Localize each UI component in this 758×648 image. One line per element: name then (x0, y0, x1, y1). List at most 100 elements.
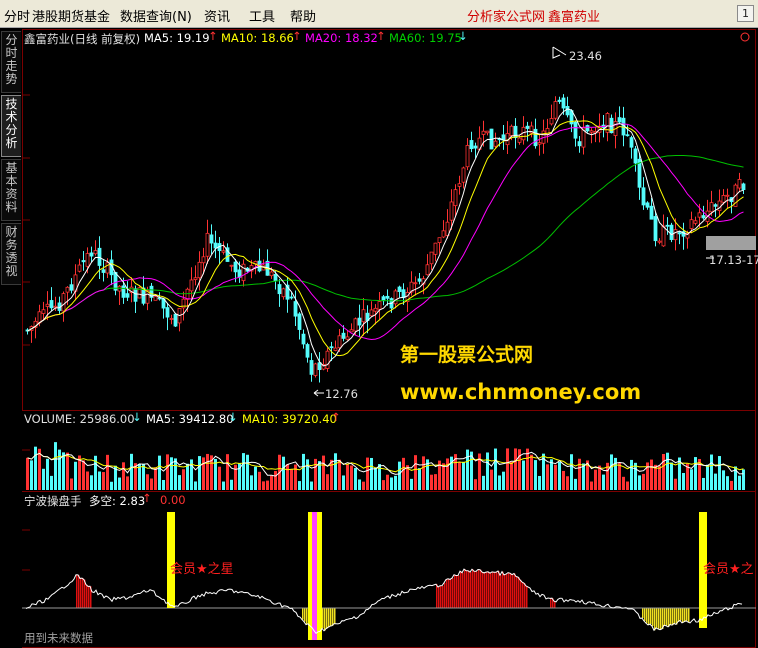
volume-bar (242, 453, 245, 490)
volume-bar (106, 454, 109, 490)
candle-body (297, 313, 302, 330)
ma5-label: MA5: 19.19 (144, 31, 210, 45)
volume-bar (558, 461, 561, 490)
volume-bar (162, 479, 165, 490)
volume-bar (718, 456, 721, 490)
candle-body (453, 189, 458, 207)
candle-body (725, 194, 730, 197)
candle-body (689, 219, 694, 229)
volume-bar (562, 470, 565, 490)
range-highlight-box (706, 236, 756, 250)
candle-body (697, 212, 702, 218)
stock-chart[interactable] (0, 0, 758, 648)
candle-body (293, 301, 298, 317)
volume-bar (234, 464, 237, 490)
volume-bar (738, 475, 741, 490)
candle-body (413, 282, 418, 285)
candle-body (313, 363, 318, 376)
volume-bar (654, 464, 657, 490)
candle-body (53, 305, 58, 308)
volume-bar (294, 464, 297, 490)
indicator-bar-yellow (324, 608, 326, 631)
candle-body (301, 333, 306, 345)
candle-body (641, 187, 646, 206)
volume-bar (150, 478, 153, 490)
candle-body (673, 229, 678, 241)
volume-bar (50, 475, 53, 490)
candle-body (493, 140, 498, 147)
volume-bar (434, 474, 437, 490)
stock-name-title: 鑫富药业(日线 前复权) (24, 32, 141, 46)
volume-bar (46, 458, 49, 490)
volume-bar (370, 457, 373, 490)
candle-body (565, 106, 570, 116)
candle-body (37, 311, 42, 324)
volume-bar (510, 461, 513, 490)
candle-body (589, 130, 594, 133)
indicator-bar-yellow (306, 608, 308, 625)
candle-body (665, 224, 670, 227)
volume-bar (514, 448, 517, 490)
volume-bar (174, 458, 177, 490)
indicator-bar-yellow (326, 608, 328, 629)
settings-circle-icon[interactable] (740, 32, 750, 42)
volume-bar (610, 454, 613, 490)
candle-body (473, 145, 478, 149)
ma5-up-arrow-icon: ↑ (208, 29, 218, 43)
candle-body (353, 318, 358, 332)
volume-bar (222, 481, 225, 490)
volume-label: VOLUME: 25986.00 (24, 412, 135, 426)
volume-bar (482, 475, 485, 490)
candle-body (617, 117, 622, 123)
indicator-bar-red (472, 569, 474, 608)
candle-body (369, 309, 374, 317)
candle-body (721, 194, 726, 203)
high-annotation (552, 46, 567, 59)
volume-bar (142, 463, 145, 490)
candle-body (625, 134, 630, 137)
volume-bar (86, 471, 89, 490)
volume-bar (550, 459, 553, 490)
candle-body (349, 329, 354, 333)
volume-bar (42, 468, 45, 490)
volume-bar (634, 462, 637, 490)
indicator-bar-red (512, 574, 514, 608)
ma60-label: MA60: 19.75 (389, 31, 462, 45)
zero-label: 0.00 (160, 493, 186, 507)
candle-body (49, 300, 54, 309)
volume-bar (694, 457, 697, 490)
low-annotation (313, 389, 324, 397)
volume-down-arrow-icon: ↓ (132, 410, 142, 424)
candle-body (717, 200, 722, 211)
indicator-bar-red (550, 598, 552, 608)
candle-body (125, 293, 130, 298)
candle-body (41, 309, 46, 314)
volume-bar (594, 469, 597, 490)
indicator-bar-red (518, 577, 520, 608)
volume-bar (458, 462, 461, 490)
indicator-bar-red (508, 572, 510, 608)
volume-bar (178, 475, 181, 490)
candle-body (577, 141, 582, 147)
volume-bar (82, 460, 85, 490)
candle-body (465, 145, 470, 168)
indicator-bar-yellow (682, 608, 684, 623)
volume-bar (486, 452, 489, 490)
volume-bar (410, 478, 413, 490)
volume-bar (110, 481, 113, 490)
volume-bar (546, 464, 549, 490)
volume-bar (666, 452, 669, 490)
candle-body (133, 288, 138, 302)
volume-bar (338, 459, 341, 490)
candle-body (437, 237, 442, 243)
candle-body (693, 220, 698, 224)
indicator-bar-yellow (304, 608, 306, 622)
candle-body (277, 284, 282, 295)
candle-body (385, 295, 390, 299)
volume-bar (394, 475, 397, 490)
indicator-bar-red (438, 587, 440, 608)
volume-bar (490, 469, 493, 490)
volume-bar (650, 459, 653, 490)
volume-bar (598, 465, 601, 490)
candle-body (661, 225, 666, 247)
